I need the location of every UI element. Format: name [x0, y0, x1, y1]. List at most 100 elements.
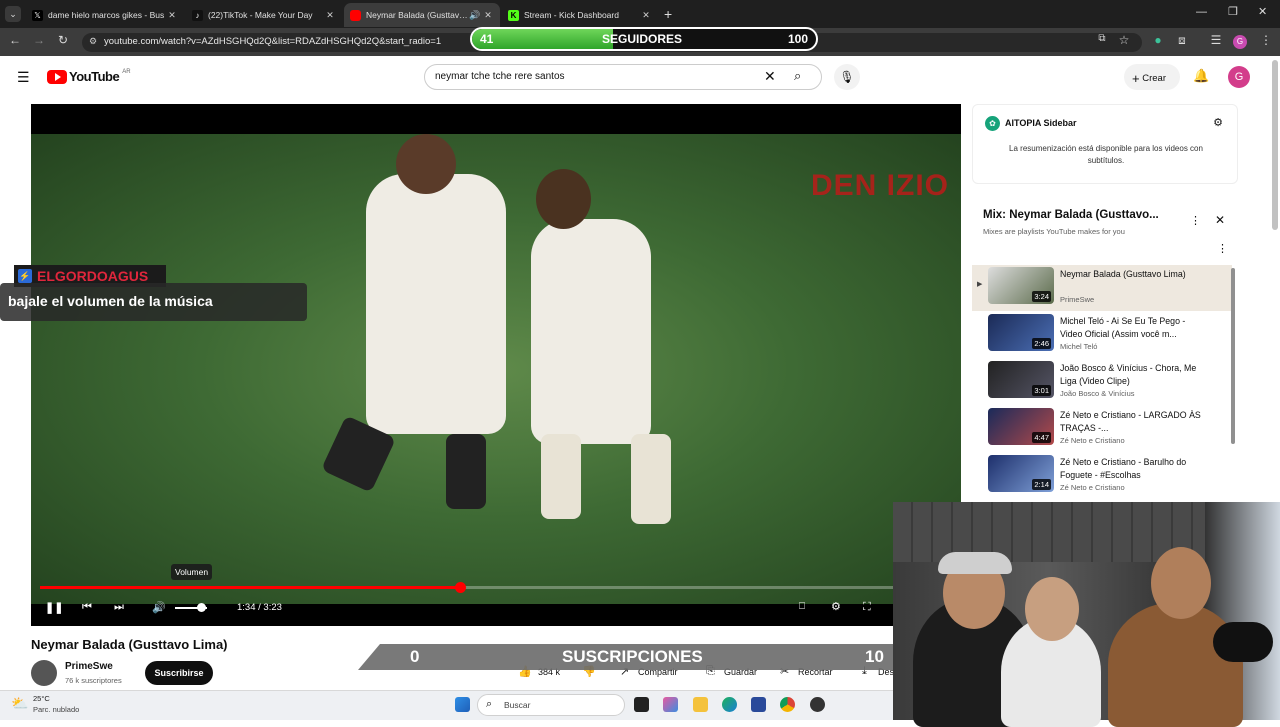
- previous-icon[interactable]: ⏮: [82, 601, 92, 614]
- window-close-icon[interactable]: ✕: [1258, 5, 1267, 18]
- playlist-item[interactable]: 2:14 Zé Neto e Cristiano - Barulho do Fo…: [972, 453, 1232, 499]
- sidebar-settings-icon[interactable]: ⚙: [1213, 116, 1223, 129]
- close-icon[interactable]: ✕: [482, 10, 494, 21]
- search-input[interactable]: neymar tche tche rere santos: [424, 64, 822, 90]
- taskbar-search-placeholder: Buscar: [504, 700, 531, 710]
- tab-1[interactable]: 𝕏 dame hielo marcos gikes - Bus ✕: [26, 3, 184, 27]
- playlist-item[interactable]: 4:47 Zé Neto e Cristiano - LARGADO ÀS TR…: [972, 406, 1232, 452]
- file-explorer-icon[interactable]: [693, 697, 708, 712]
- back-icon[interactable]: ←: [7, 33, 23, 47]
- followers-goal: 100: [787, 32, 808, 46]
- video-frame[interactable]: DEN IZIO: [31, 134, 961, 604]
- item-title: Zé Neto e Cristiano - Barulho do Foguete…: [1060, 457, 1187, 480]
- progress-played: [40, 586, 460, 589]
- create-button[interactable]: + Crear: [1124, 64, 1180, 90]
- tab-search-icon[interactable]: ⌄: [5, 6, 21, 22]
- minimize-icon[interactable]: —: [1196, 6, 1207, 18]
- obs-icon[interactable]: [810, 697, 825, 712]
- chat-username: ELGORDOAGUS: [37, 268, 149, 284]
- playlist-item[interactable]: 3:01 João Bosco & Vinícius - Chora, Me L…: [972, 359, 1232, 405]
- pause-icon[interactable]: ❚❚: [45, 601, 63, 614]
- notifications-bell-icon[interactable]: 🔔: [1193, 68, 1209, 84]
- browser-menu-icon[interactable]: ⋮: [1258, 33, 1274, 47]
- item-title: Zé Neto e Cristiano - LARGADO ÀS TRAÇAS …: [1060, 410, 1201, 433]
- audio-icon[interactable]: 🔊: [468, 10, 482, 21]
- bookmark-star-icon[interactable]: ☆: [1116, 33, 1132, 47]
- search-value: neymar tche tche rere santos: [435, 71, 565, 82]
- volume-handle[interactable]: [197, 603, 206, 612]
- playlist-scrollbar[interactable]: [1231, 268, 1235, 444]
- playlist-options-icon[interactable]: ⋮: [1217, 242, 1228, 255]
- search-icon: ⌕: [486, 698, 493, 710]
- channel-name[interactable]: PrimeSwe: [65, 661, 113, 672]
- chrome-icon[interactable]: [780, 697, 795, 712]
- video-watermark: DEN IZIO: [811, 169, 950, 202]
- player-figure-left: [366, 174, 506, 434]
- subtitles-icon[interactable]: ⎕: [799, 601, 805, 612]
- voice-search-icon[interactable]: 🎙: [834, 64, 860, 90]
- microphone: [1213, 622, 1273, 662]
- close-icon[interactable]: ✕: [324, 10, 336, 21]
- weather-icon[interactable]: ⛅: [11, 695, 28, 712]
- duration-badge: 4:47: [1032, 432, 1051, 443]
- duration-badge: 2:46: [1032, 338, 1051, 349]
- kick-icon: K: [508, 9, 519, 21]
- item-title: Michel Teló - Ai Se Eu Te Pego - Video O…: [1060, 316, 1186, 339]
- reading-list-icon[interactable]: ☰: [1208, 33, 1224, 47]
- youtube-logo[interactable]: YouTube AR: [47, 69, 131, 84]
- page-scrollbar[interactable]: [1272, 60, 1278, 230]
- close-icon[interactable]: ✕: [640, 10, 652, 21]
- item-channel: Zé Neto e Cristiano: [1060, 436, 1125, 445]
- clear-search-icon[interactable]: ✕: [764, 68, 776, 85]
- youtube-play-icon: [47, 69, 67, 84]
- site-info-icon[interactable]: ⚙: [89, 36, 97, 47]
- fullscreen-icon[interactable]: ⛶: [863, 601, 871, 614]
- item-title: João Bosco & Vinícius - Chora, Me Liga (…: [1060, 363, 1197, 386]
- plus-icon: +: [1132, 71, 1140, 86]
- subscribe-button[interactable]: Suscribirse: [145, 661, 213, 685]
- maximize-icon[interactable]: ❐: [1228, 5, 1238, 18]
- playlist-item[interactable]: ▶ 3:24 Neymar Balada (Gusttavo Lima) Pri…: [972, 265, 1232, 311]
- volume-slider[interactable]: [175, 603, 207, 612]
- video-title: Neymar Balada (Gusttavo Lima): [31, 637, 228, 652]
- forward-icon[interactable]: →: [31, 33, 47, 47]
- tab-4[interactable]: K Stream - Kick Dashboard ✕: [502, 3, 658, 27]
- tab-2[interactable]: ♪ (22)TikTok - Make Your Day ✕: [186, 3, 342, 27]
- store-icon[interactable]: [751, 697, 766, 712]
- task-view-icon[interactable]: [634, 697, 649, 712]
- video-player[interactable]: DEN IZIO Volumen ❚❚ ⏮ ⏭ 🔊 1:34 / 3:23 ⎕ …: [31, 104, 961, 626]
- progress-track[interactable]: [40, 582, 952, 593]
- bolt-icon: ⚡: [18, 269, 32, 283]
- playlist-item[interactable]: 2:46 Michel Teló - Ai Se Eu Te Pego - Vi…: [972, 312, 1232, 358]
- playlist-title[interactable]: Mix: Neymar Balada (Gusttavo...: [983, 209, 1159, 221]
- channel-avatar[interactable]: [31, 660, 57, 686]
- close-icon[interactable]: ✕: [166, 10, 178, 21]
- cap: [938, 552, 1012, 574]
- subscriber-count: 76 k suscriptores: [65, 676, 122, 685]
- followers-label: SEGUIDORES: [602, 32, 683, 46]
- playlist-more-icon[interactable]: ⋮: [1190, 214, 1201, 227]
- playlist-close-icon[interactable]: ✕: [1215, 213, 1225, 227]
- hamburger-menu-icon[interactable]: ☰: [17, 69, 30, 86]
- windows-start-icon[interactable]: [455, 697, 470, 712]
- search-icon[interactable]: ⌕: [794, 68, 801, 84]
- taskbar-search[interactable]: ⌕ Buscar: [477, 694, 625, 716]
- next-icon[interactable]: ⏭: [114, 601, 124, 614]
- extensions-puzzle-icon[interactable]: ⧈: [1174, 33, 1190, 48]
- tab-3[interactable]: Neymar Balada (Gusttavo Li 🔊 ✕: [344, 3, 500, 27]
- copilot-icon[interactable]: [663, 697, 678, 712]
- settings-icon[interactable]: ⚙: [831, 600, 841, 613]
- chat-message: bajale el volumen de la música: [0, 283, 307, 321]
- new-tab-button[interactable]: +: [664, 6, 672, 22]
- browser-profile-avatar[interactable]: G: [1233, 35, 1247, 49]
- scrubber-handle[interactable]: [454, 582, 466, 593]
- volume-icon[interactable]: 🔊: [152, 601, 166, 614]
- edge-icon[interactable]: [722, 697, 737, 712]
- install-icon[interactable]: ⧉: [1094, 33, 1110, 44]
- reload-icon[interactable]: ↻: [55, 33, 71, 47]
- item-title: Neymar Balada (Gusttavo Lima): [1060, 269, 1186, 279]
- player-leg: [541, 434, 581, 519]
- tab-title: Stream - Kick Dashboard: [524, 10, 619, 20]
- account-avatar[interactable]: G: [1228, 66, 1250, 88]
- extension-icon[interactable]: ●: [1150, 33, 1166, 47]
